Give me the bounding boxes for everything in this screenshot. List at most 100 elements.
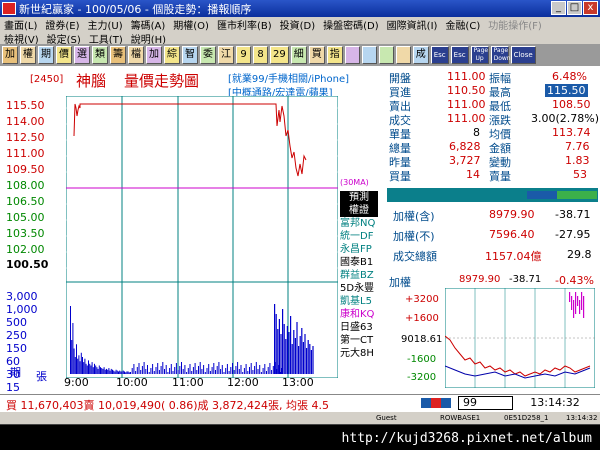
toolbar-button-add[interactable]: 加 [146,46,162,64]
volume-bar [108,368,110,374]
menu-invest[interactable]: 投資(D) [276,17,320,32]
toolbar-button-deal[interactable]: 成 [412,46,429,64]
volume-bar [160,366,162,374]
warrant-tab[interactable]: 權證 [340,204,378,217]
volume-bar [97,368,99,374]
color-chip [421,398,431,408]
toolbar-button-detail[interactable]: 細 [290,46,307,64]
volume-bar [96,367,98,374]
toolbar-button-chips[interactable]: 籌 [110,46,126,64]
volume-bar [103,367,105,374]
close-button[interactable]: x [583,1,598,15]
toolbar-button-smart[interactable]: 智 [182,46,198,64]
broker-item[interactable]: 群益BZ [340,269,378,282]
volume-bar [83,362,85,374]
toolbar-button-category[interactable]: 類 [92,46,108,64]
toolbar-button-overview[interactable]: 綜 [164,46,180,64]
maximize-button[interactable]: □ [567,1,582,15]
volume-bar [192,367,194,374]
volume-bar [98,365,100,374]
price-label: 115.50 [6,99,45,112]
volume-bar [109,370,111,374]
volume-bar [255,362,257,374]
volume-bar [262,368,264,374]
broker-item[interactable]: 凱基L5 [340,295,378,308]
broker-list: 預測 權證 富邦NQ 統一DF 永昌FP 國泰B1 群益BZ 5D永豐 凱基L5… [340,191,378,360]
toolbar-button-select[interactable]: 選 [74,46,90,64]
toolbar-button-esc[interactable]: Esc [430,46,449,64]
toolbar-button-warrant[interactable]: 權 [20,46,36,64]
toolbar-button-29[interactable]: 29 [270,46,289,64]
price-label: 108.00 [6,179,45,192]
quote-value: 111.00 [447,70,486,83]
index-row: 加權(含) 8979.90 -38.71 [387,206,598,226]
volume-bar [91,362,93,374]
stock-code-input[interactable]: 99 [458,396,513,410]
volume-bar [84,358,86,374]
forecast-tab[interactable]: 預測 [340,191,378,204]
volume-bar [145,369,147,374]
toolbar-button-price[interactable]: 價 [56,46,72,64]
volume-bar [186,372,188,374]
volume-bar [213,363,215,374]
volume-bar [126,371,128,374]
toolbar-button-page-down[interactable]: Page Down [490,46,511,64]
broker-item[interactable]: 日盛63 [340,321,378,334]
menu-finance[interactable]: 金融(C) [441,17,484,32]
toolbar-button-futures[interactable]: 期 [38,46,54,64]
toolbar-button-icon-d[interactable] [395,46,411,64]
menu-options[interactable]: 期權(O) [169,17,213,32]
minimize-button[interactable]: _ [551,1,566,15]
volume-bar [112,369,113,374]
toolbar-button-weighted[interactable]: 加 [2,46,18,64]
volume-bar [114,371,116,374]
toolbar-button-file[interactable]: 檔 [128,46,144,64]
menu-trading-code[interactable]: 操盤密碼(D) [319,17,383,32]
volume-bar [274,304,276,374]
toolbar-button-8[interactable]: 8 [253,46,268,64]
broker-item[interactable]: 元大8H [340,347,378,360]
volume-bar [271,370,273,374]
broker-item[interactable]: 永昌FP [340,243,378,256]
toolbar-button-river[interactable]: 江 [218,46,234,64]
mini-index-chart: 加權 8979.90 -38.71 -0.43% +3200 +1600 901… [387,270,598,394]
volume-bar [165,365,167,374]
volume-bar [72,323,74,374]
volume-bar [206,368,208,374]
volume-bar [257,369,259,374]
toolbar-button-page-up[interactable]: Page Up [470,46,489,64]
menu-forex[interactable]: 匯市利率(B) [213,17,276,32]
quote-row: 成交 111.00 漲跌 3.00(2.78%) [387,112,599,127]
quote-value: 14 [466,168,480,181]
toolbar-button-9[interactable]: 9 [236,46,251,64]
volume-bar [299,336,301,374]
broker-item[interactable]: 5D永豐 [340,282,378,295]
volume-bar [85,363,87,374]
toolbar-button-icon-b[interactable] [361,46,377,64]
toolbar-button-buy[interactable]: 買 [308,46,325,64]
toolbar-button-esc-2[interactable]: Esc [450,46,469,64]
broker-item[interactable]: 統一DF [340,230,378,243]
volume-bar [264,364,266,374]
broker-item[interactable]: 康和KQ [340,308,378,321]
volume-bar [221,365,223,374]
toolbar-button-close[interactable]: Close [510,46,536,64]
volume-bar [211,367,213,374]
volume-bar [179,366,181,374]
toolbar-button-icon-a[interactable] [344,46,360,64]
toolbar-button-icon-c[interactable] [378,46,394,64]
quote-value-high: 115.50 [545,84,588,97]
broker-item[interactable]: 富邦NQ [340,217,378,230]
toolbar-button-order[interactable]: 委 [200,46,216,64]
toolbar-button-index[interactable]: 指 [326,46,343,64]
chart-title: 量價走勢圖 [124,72,200,90]
broker-item[interactable]: 國泰B1 [340,256,378,269]
broker-item[interactable]: 第一CT [340,334,378,347]
volume-bar [291,344,293,374]
menu-intl-info[interactable]: 國際資訊(I) [383,17,442,32]
unit-label: 張 [36,370,47,383]
volume-bar [127,371,129,374]
mini-spike [575,292,577,314]
volume-bar [122,370,124,374]
menu-functions[interactable]: 功能操作(F) [484,17,546,32]
